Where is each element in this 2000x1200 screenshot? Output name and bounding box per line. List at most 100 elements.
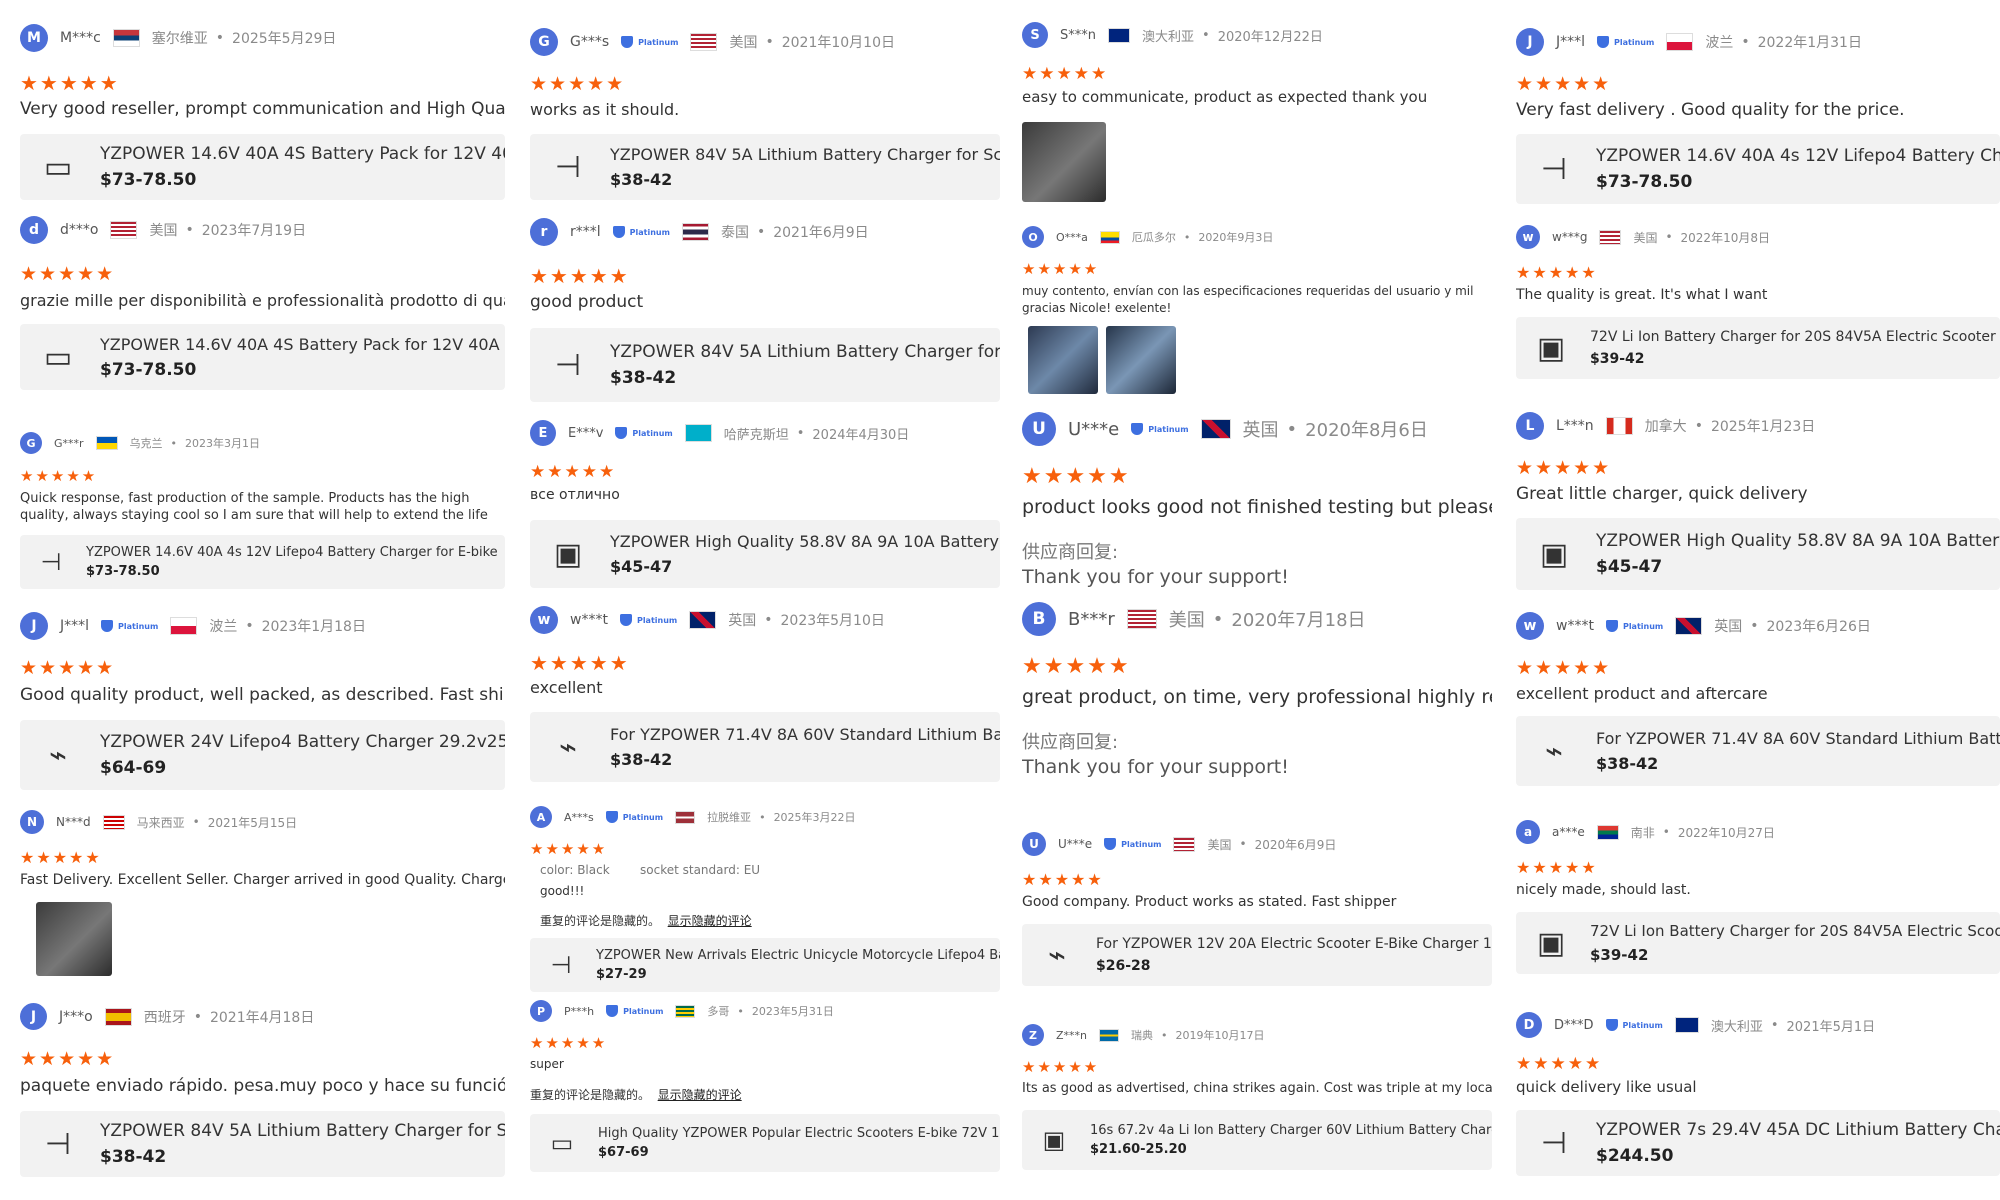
supplier-reply-label: 供应商回复: [1022,732,1119,753]
review-photo[interactable] [1022,122,1106,202]
review-date: 2022年10月8日 [1680,230,1770,245]
star-rating: ★★★★★ [20,1048,116,1070]
shield-icon [619,614,632,626]
battery-charger-icon: ▭ [550,1129,574,1157]
review-card: P P***h Platinum 多哥 • 2023年5月31日 ★★★★★ s… [530,1000,1000,1172]
reviewer-name: d***o [60,222,99,238]
avatar: E [530,420,556,446]
reviewer-name: r***l [570,224,601,240]
star-rating: ★★★★★ [530,73,626,95]
review-text: The quality is great. It's what I want [1516,287,1768,303]
charger-box-icon: ▣ [1042,1126,1066,1154]
review-text: good product [530,292,644,312]
reviewer-name: J***l [60,618,90,634]
product-price: $45-47 [1596,557,1663,577]
review-date: 2020年9月3日 [1198,231,1274,244]
reviewer-country: 哈萨克斯坦 [723,427,789,443]
supplier-reply-text: Thank you for your support! [1022,566,1289,588]
product-card[interactable]: ⌁ For YZPOWER 71.4V 8A 60V Standard Lith… [530,712,1000,782]
review-photo[interactable] [36,902,112,976]
review-date: 2021年5月1日 [1786,1019,1876,1035]
flag-icon [95,436,118,450]
shield-icon [1605,620,1618,632]
review-date: 2025年5月29日 [232,31,337,47]
product-card[interactable]: ⊣ YZPOWER 7s 29.4V 45A DC Lithium Batter… [1516,1110,2000,1176]
avatar: L [1516,412,1544,440]
review-date: 2020年8月6日 [1305,420,1428,441]
star-rating: ★★★★★ [1516,263,1598,282]
platinum-badge: Platinum [606,1005,663,1017]
review-text: Its as good as advertised, china strikes… [1022,1081,1492,1096]
review-card: d d***o 美国 • 2023年7月19日 ★★★★★ grazie mil… [20,216,505,390]
hidden-reviews-note: 重复的评论是隐藏的。 显示隐藏的评论 [530,1088,742,1102]
reviewer-country: 马来西亚 [136,815,185,830]
product-card[interactable]: ⊣ YZPOWER 14.6V 40A 4s 12V Lifepo4 Batte… [20,535,505,589]
review-card: G G***r 乌克兰 • 2023年3月1日 ★★★★★ Quick resp… [20,432,505,589]
review-card: w w***t Platinum 英国 • 2023年5月10日 ★★★★★ e… [530,606,1000,782]
review-text: Fast Delivery. Excellent Seller. Charger… [20,872,505,888]
product-title: 72V Li Ion Battery Charger for 20S 84V5A… [1590,329,1996,345]
reviewer-country: 澳大利亚 [1710,1019,1763,1035]
charger-plug-icon: ⊣ [1540,151,1568,187]
star-rating: ★★★★★ [530,264,630,288]
review-date: 2023年5月31日 [751,1005,834,1018]
show-hidden-reviews-link[interactable]: 显示隐藏的评论 [668,914,752,928]
star-rating: ★★★★★ [1022,1058,1100,1076]
review-text: good!!! [540,884,585,898]
avatar: Z [1022,1024,1044,1046]
review-date: 2020年6月9日 [1254,837,1337,852]
product-card[interactable]: ⊣ YZPOWER New Arrivals Electric Unicycle… [530,938,1000,992]
product-title: YZPOWER High Quality 58.8V 8A 9A 10A Bat… [1596,531,2000,551]
review-card: B B***r 美国 • 2020年7月18日 ★★★★★ great prod… [1022,602,1492,778]
product-socket: socket standard: EU [640,863,761,877]
star-rating: ★★★★★ [1022,870,1104,889]
product-card[interactable]: ▣ 16s 67.2v 4a Li Ion Battery Charger 60… [1022,1110,1492,1170]
product-card[interactable]: ▭ High Quality YZPOWER Popular Electric … [530,1114,1000,1172]
review-date: 2021年10月10日 [781,35,895,51]
show-hidden-reviews-link[interactable]: 显示隐藏的评论 [658,1088,742,1102]
product-title: YZPOWER 14.6V 40A 4S Battery Pack for 12… [100,144,505,164]
review-date: 2020年7月18日 [1231,610,1366,631]
avatar: w [530,606,558,634]
charger-plug-icon: ⊣ [1540,1125,1568,1161]
review-date: 2023年3月1日 [185,437,261,450]
reviewer-country: 拉脱维亚 [707,811,752,824]
product-card[interactable]: ▣ YZPOWER High Quality 58.8V 8A 9A 10A B… [1516,518,2000,590]
review-photo[interactable] [1028,326,1098,394]
product-card[interactable]: ⌁ YZPOWER 24V Lifepo4 Battery Charger 29… [20,720,505,790]
product-title: YZPOWER 7s 29.4V 45A DC Lithium Battery … [1596,1120,2000,1140]
product-card[interactable]: ⌁ For YZPOWER 12V 20A Electric Scooter E… [1022,924,1492,986]
shield-icon [1605,1019,1618,1031]
star-rating: ★★★★★ [530,462,617,482]
avatar: G [20,432,42,454]
product-card[interactable]: ⊣ YZPOWER 84V 5A Lithium Battery Charger… [20,1111,505,1177]
product-card[interactable]: ▭ YZPOWER 14.6V 40A 4S Battery Pack for … [20,324,505,390]
avatar: B [1022,602,1056,636]
avatar: P [530,1000,552,1022]
review-photo[interactable] [1106,326,1176,394]
reviewer-name: w***g [1552,230,1588,244]
reviewer-name: O***a [1056,230,1088,244]
reviewer-name: G***s [570,34,610,50]
product-card[interactable]: ▣ 72V Li Ion Battery Charger for 20S 84V… [1516,317,2000,379]
review-date: 2022年10月27日 [1677,825,1775,840]
product-price: $73-78.50 [100,170,197,190]
review-text: quick delivery like usual [1516,1078,1697,1096]
flag-icon [1599,229,1622,245]
charger-cable-icon: ⌁ [1544,733,1564,769]
product-card[interactable]: ▣ YZPOWER High Quality 58.8V 8A 9A 10A B… [530,520,1000,588]
star-rating: ★★★★★ [20,467,98,485]
review-date: 2023年6月26日 [1766,619,1871,635]
product-card[interactable]: ▣ 72V Li Ion Battery Charger for 20S 84V… [1516,912,2000,974]
product-title: 72V Li Ion Battery Charger for 20S 84V5A… [1590,922,2000,940]
review-text: Quick response, fast production of the s… [20,491,488,523]
product-card[interactable]: ⊣ YZPOWER 84V 5A Lithium Battery Charger… [530,134,1000,200]
shield-icon [1131,423,1144,435]
product-card[interactable]: ⊣ YZPOWER 14.6V 40A 4s 12V Lifepo4 Batte… [1516,134,2000,204]
star-rating: ★★★★★ [1516,1054,1603,1074]
product-card[interactable]: ▭ YZPOWER 14.6V 40A 4S Battery Pack for … [20,134,505,200]
product-card[interactable]: ⊣ YZPOWER 84V 5A Lithium Battery Charger… [530,328,1000,402]
flag-icon [1596,824,1619,840]
star-rating: ★★★★★ [20,263,116,285]
product-card[interactable]: ⌁ For YZPOWER 71.4V 8A 60V Standard Lith… [1516,716,2000,786]
